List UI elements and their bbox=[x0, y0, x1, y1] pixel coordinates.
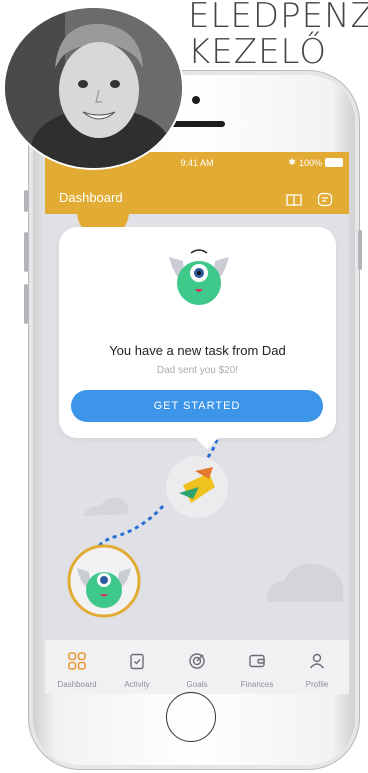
headline-line-1: ELEDPÉNZ bbox=[188, 0, 368, 36]
tab-bar: Dashboard Activity Goals Finances Profil… bbox=[45, 639, 349, 694]
wallet-icon bbox=[249, 654, 265, 668]
tab-goals[interactable]: Goals bbox=[167, 640, 227, 694]
tab-activity-label: Activity bbox=[124, 680, 150, 689]
battery-indicator: ✱ 100% bbox=[288, 157, 343, 168]
tab-activity[interactable]: Activity bbox=[107, 640, 167, 694]
avatar bbox=[3, 6, 184, 170]
side-button-power bbox=[358, 230, 362, 270]
side-button-volume-up bbox=[24, 232, 28, 272]
app-bar: Dashboard bbox=[45, 174, 349, 214]
tab-profile[interactable]: Profile bbox=[287, 640, 347, 694]
grid-icon bbox=[68, 652, 86, 670]
side-button-volume-down bbox=[24, 284, 28, 324]
tab-dashboard-label: Dashboard bbox=[57, 680, 97, 689]
tab-profile-label: Profile bbox=[305, 680, 329, 689]
side-button-mute bbox=[24, 190, 28, 212]
home-button[interactable] bbox=[166, 692, 216, 742]
tab-dashboard[interactable]: Dashboard bbox=[47, 640, 107, 694]
person-icon bbox=[309, 653, 325, 669]
player-node-icon[interactable] bbox=[67, 544, 141, 618]
tab-finances-label: Finances bbox=[240, 680, 274, 689]
bluetooth-icon: ✱ bbox=[288, 157, 296, 167]
monster-icon bbox=[169, 249, 229, 305]
clipboard-check-icon bbox=[130, 653, 144, 670]
task-node-icon[interactable] bbox=[165, 455, 229, 519]
battery-icon bbox=[325, 158, 343, 167]
task-message: You have a new task from Dad bbox=[109, 343, 286, 358]
page-title: Dashboard bbox=[59, 190, 123, 205]
headline-line-2: KEZELŐ bbox=[188, 32, 328, 72]
headline: ELEDPÉNZ KEZELŐ bbox=[188, 0, 368, 70]
get-started-button[interactable]: GET STARTED bbox=[71, 390, 323, 422]
book-icon[interactable] bbox=[286, 193, 302, 207]
cloud-left bbox=[83, 497, 129, 516]
tab-goals-label: Goals bbox=[186, 680, 208, 689]
cloud-right bbox=[266, 563, 343, 602]
target-icon bbox=[189, 653, 205, 669]
child-portrait-photo bbox=[5, 8, 182, 168]
battery-percent: 100% bbox=[298, 157, 322, 168]
tab-finances[interactable]: Finances bbox=[227, 640, 287, 694]
phone-camera bbox=[192, 96, 200, 104]
task-subtitle: Dad sent you $20! bbox=[156, 365, 239, 376]
chat-icon[interactable] bbox=[317, 192, 333, 208]
